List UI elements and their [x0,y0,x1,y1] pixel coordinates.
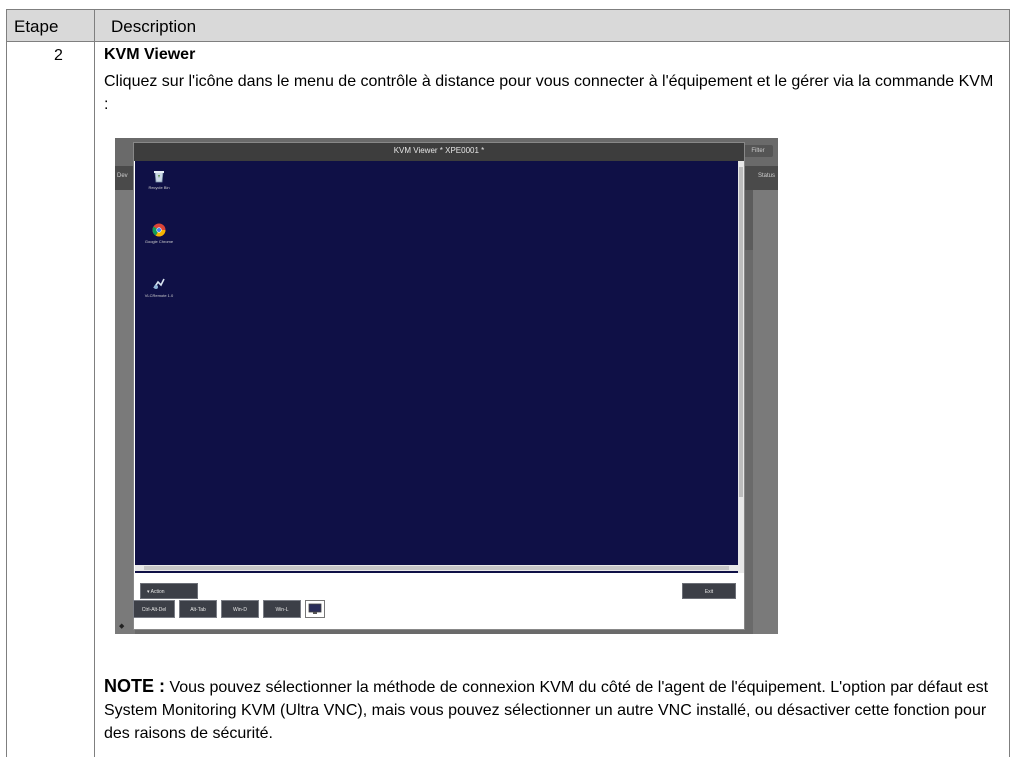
header-etape: Etape [14,17,59,36]
background-filter-button[interactable]: Filter [743,145,773,157]
table-header: Etape Description [6,9,1010,42]
monitor-icon[interactable] [305,600,325,618]
desktop-icon-label: Google Chrome [144,239,174,244]
desktop-icon-label: VLCRemote 1.0 [144,293,174,298]
background-right-panel [753,190,778,634]
ctrl-alt-del-button[interactable]: Ctrl-Alt-Del [133,600,175,618]
remote-desktop[interactable]: Recycle Bin Google Chrome VLCRemote 1.0 [135,161,738,573]
step-number: 2 [54,47,63,64]
chrome-icon [152,223,166,237]
recycle-bin-icon [154,171,164,183]
step-instruction: Cliquez sur l'icône dans le menu de cont… [104,73,994,113]
win-l-button[interactable]: Win-L [263,600,301,618]
background-right-label: Status [758,173,776,179]
note-paragraph: NOTE : Vous pouvez sélectionner la métho… [104,675,999,745]
kvm-titlebar: KVM Viewer * XPE0001 * [134,143,744,161]
background-bottom-icon: ◆ [119,623,125,630]
header-description: Description [111,17,197,36]
desktop-icon-chrome[interactable]: Google Chrome [137,223,181,244]
action-label: Action [150,589,165,595]
exit-button[interactable]: Exit [682,583,736,599]
desktop-icon-label: Recycle Bin [148,185,170,190]
action-dropdown-button[interactable]: ▾ Action [140,583,198,599]
kvm-viewer-window: KVM Viewer * XPE0001 * Recycle Bin Googl… [133,142,745,630]
desktop-icon-app[interactable]: VLCRemote 1.0 [137,277,181,298]
vertical-scroll-thumb[interactable] [739,167,743,497]
chevron-down-icon: ▾ [147,589,150,595]
table-column-divider [94,9,95,757]
kvm-screenshot: Dev Status Filter ◆ KVM Viewer * XPE0001… [115,138,778,634]
note-text: Vous pouvez sélectionner la méthode de c… [104,679,989,742]
horizontal-scroll-thumb[interactable] [144,566,729,570]
alt-tab-button[interactable]: Alt-Tab [179,600,217,618]
step-title: KVM Viewer [104,46,196,63]
desktop-icon-recycle-bin[interactable]: Recycle Bin [137,169,181,190]
win-d-button[interactable]: Win-D [221,600,259,618]
kvm-window-title: KVM Viewer * XPE0001 * [393,146,485,155]
background-left-label: Dev [117,173,128,179]
table-border-left [6,9,7,757]
background-left-panel [115,190,135,634]
app-icon [153,278,165,289]
monitor-glyph [308,603,322,614]
note-label: NOTE : [104,676,165,696]
table-border-right [1009,9,1010,757]
